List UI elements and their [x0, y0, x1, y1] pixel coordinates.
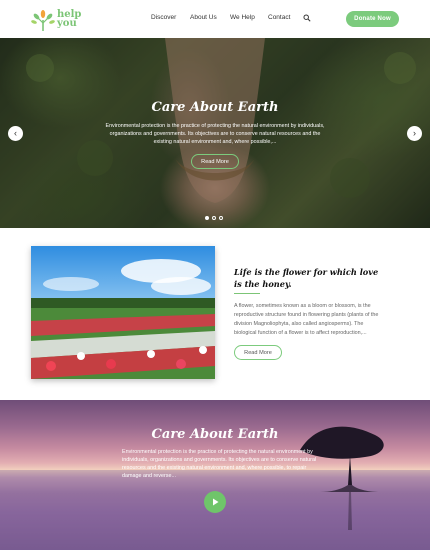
- site-logo[interactable]: help you: [30, 7, 90, 33]
- hero-read-more-button[interactable]: Read More: [191, 154, 239, 169]
- feature-title: Life is the flower for which love is the…: [234, 267, 379, 289]
- feature-divider: [234, 293, 260, 294]
- search-icon[interactable]: [303, 14, 311, 22]
- play-icon: [213, 498, 219, 506]
- feature-read-more-button[interactable]: Read More: [234, 345, 282, 360]
- nav-we-help[interactable]: We Help: [230, 14, 255, 21]
- page: help you Discover About Us We Help Conta…: [0, 0, 430, 550]
- tree-logo-icon: [31, 10, 55, 31]
- play-button[interactable]: [204, 491, 226, 513]
- nav-contact[interactable]: Contact: [268, 14, 290, 21]
- chevron-right-icon: ›: [413, 128, 416, 138]
- video-text: Environmental protection is the practice…: [122, 449, 317, 479]
- logo-text: help you: [57, 10, 81, 29]
- slider-dot-2[interactable]: [212, 216, 216, 220]
- donate-button[interactable]: Donate Now: [346, 11, 399, 27]
- video-title: Care About Earth: [151, 427, 279, 442]
- slider-dot-3[interactable]: [219, 216, 223, 220]
- hero-slider: Care About Earth Environmental protectio…: [0, 38, 430, 228]
- video-section: Care About Earth Environmental protectio…: [0, 400, 430, 550]
- hero-text: Environmental protection is the practice…: [105, 123, 325, 145]
- flower-field-image: [31, 246, 215, 379]
- feature-text: A flower, sometimes known as a bloom or …: [234, 303, 379, 336]
- site-header: help you Discover About Us We Help Conta…: [0, 0, 430, 38]
- slider-dots: [205, 216, 223, 220]
- chevron-left-icon: ‹: [14, 128, 17, 138]
- slider-dot-1[interactable]: [205, 216, 209, 220]
- hero-title: Care About Earth: [151, 100, 279, 115]
- feature-section: Life is the flower for which love is the…: [0, 228, 430, 400]
- logo-line-2: you: [57, 18, 77, 29]
- slider-next-button[interactable]: ›: [407, 126, 422, 141]
- slider-prev-button[interactable]: ‹: [8, 126, 23, 141]
- nav-about-us[interactable]: About Us: [190, 14, 217, 21]
- nav-discover[interactable]: Discover: [151, 14, 176, 21]
